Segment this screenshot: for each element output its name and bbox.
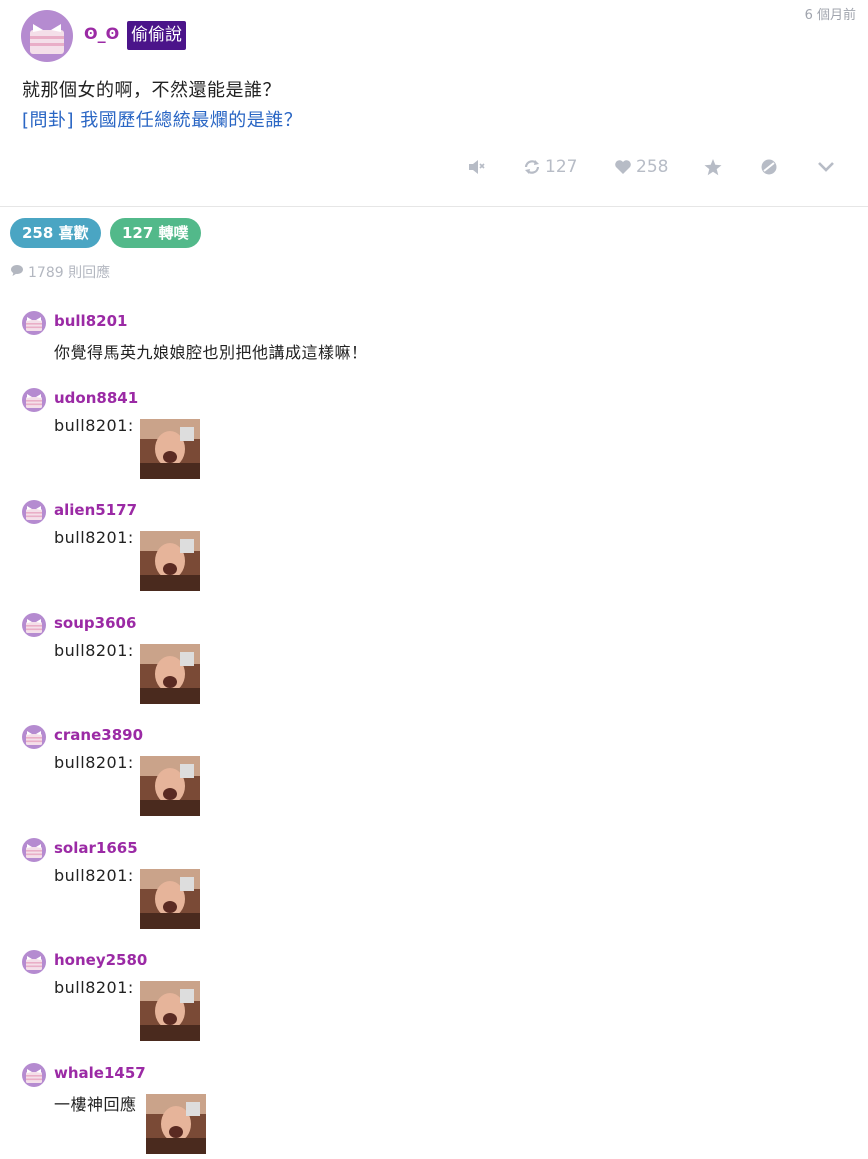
heart-icon [614, 159, 632, 175]
response-item: whale1457 一樓神回應 [22, 1063, 842, 1158]
responder-avatar[interactable] [22, 950, 46, 974]
star-icon [704, 158, 722, 176]
block-icon [760, 158, 778, 176]
response-count: 1789 則回應 [10, 262, 110, 282]
likes-pill[interactable]: 258 喜歡 [10, 218, 101, 248]
more-button[interactable] [817, 152, 835, 182]
response-image[interactable] [140, 981, 200, 1041]
response-item: udon8841 bull8201: [22, 388, 842, 483]
response-image[interactable] [140, 869, 200, 929]
replurk-icon [523, 159, 541, 175]
responder-avatar[interactable] [22, 613, 46, 637]
response-item: soup3606 bull8201: [22, 613, 842, 708]
response-text: bull8201: [54, 978, 134, 997]
responder-name[interactable]: solar1665 [54, 839, 138, 857]
response-item: alien5177 bull8201: [22, 500, 842, 595]
response-text: bull8201: [54, 528, 134, 547]
like-count: 258 [636, 157, 669, 177]
favorite-button[interactable] [704, 152, 722, 182]
author-name[interactable]: ʘ_ʘ [84, 24, 119, 43]
responder-name[interactable]: bull8201 [54, 312, 127, 330]
response-item: solar1665 bull8201: [22, 838, 842, 933]
response-text: 一樓神回應 [54, 1095, 137, 1114]
chevron-down-icon [817, 161, 835, 173]
responder-name[interactable]: whale1457 [54, 1064, 146, 1082]
response-image[interactable] [146, 1094, 206, 1154]
responder-name[interactable]: udon8841 [54, 389, 138, 407]
response-count-label: 1789 則回應 [28, 265, 111, 281]
mute-button[interactable] [468, 152, 486, 182]
speech-bubble-icon [10, 264, 24, 281]
plurk-post: ʘ_ʘ 偷偷說 6 個月前 就那個女的啊，不然還能是誰？ [問卦] 我國歷任總統… [0, 0, 868, 207]
responder-avatar[interactable] [22, 500, 46, 524]
replurk-count: 127 [545, 157, 578, 177]
author-avatar[interactable] [21, 10, 73, 62]
response-text: 你覺得馬英九娘娘腔也別把他講成這樣嘛！ [54, 343, 368, 362]
response-item: honey2580 bull8201: [22, 950, 842, 1045]
response-text: bull8201: [54, 753, 134, 772]
replurk-button[interactable]: 127 [523, 152, 577, 182]
response-item: bull8201 你覺得馬英九娘娘腔也別把他講成這樣嘛！ [22, 311, 842, 362]
responder-avatar[interactable] [22, 388, 46, 412]
response-text: bull8201: [54, 866, 134, 885]
post-content: 就那個女的啊，不然還能是誰？ [22, 80, 281, 101]
anonymous-badge: 偷偷說 [127, 21, 186, 50]
replurks-pill[interactable]: 127 轉噗 [110, 218, 201, 248]
responder-avatar[interactable] [22, 725, 46, 749]
response-image[interactable] [140, 419, 200, 479]
response-image[interactable] [140, 644, 200, 704]
responder-avatar[interactable] [22, 311, 46, 335]
responder-name[interactable]: honey2580 [54, 951, 147, 969]
response-image[interactable] [140, 531, 200, 591]
response-item: crane3890 bull8201: [22, 725, 842, 820]
response-text: bull8201: [54, 416, 134, 435]
post-link[interactable]: [問卦] 我國歷任總統最爛的是誰？ [22, 106, 302, 132]
responder-name[interactable]: crane3890 [54, 726, 143, 744]
mute-icon [468, 159, 486, 175]
response-image[interactable] [140, 756, 200, 816]
responder-name[interactable]: alien5177 [54, 501, 137, 519]
block-button[interactable] [760, 152, 778, 182]
responder-avatar[interactable] [22, 1063, 46, 1087]
responder-avatar[interactable] [22, 838, 46, 862]
response-text: bull8201: [54, 641, 134, 660]
post-timestamp: 6 個月前 [804, 8, 856, 23]
responder-name[interactable]: soup3606 [54, 614, 136, 632]
like-button[interactable]: 258 [614, 152, 668, 182]
